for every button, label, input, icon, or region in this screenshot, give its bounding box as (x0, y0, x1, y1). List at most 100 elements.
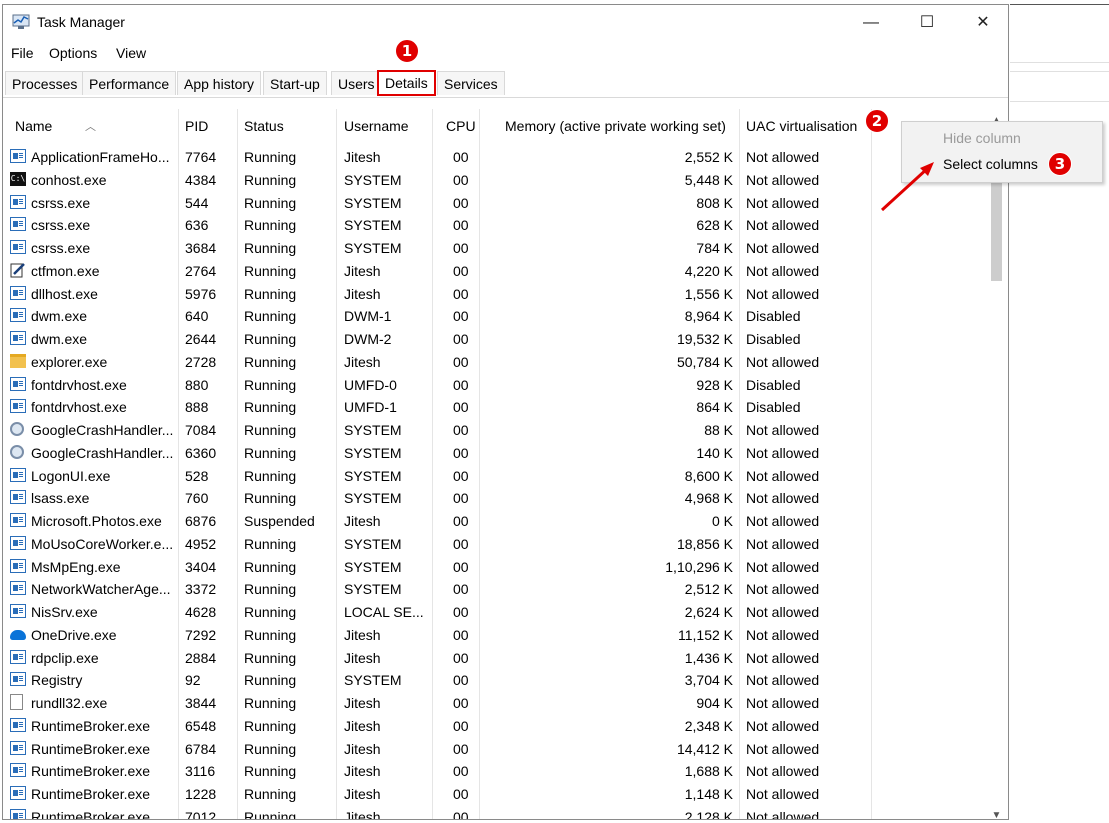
cell-uac: Not allowed (746, 194, 820, 211)
cell-uac: Not allowed (746, 513, 820, 529)
column-header-cpu[interactable]: CPU (446, 118, 476, 134)
table-row[interactable]: RuntimeBroker.exe 3116 Running Jitesh 00 1,68… (3, 760, 993, 783)
table-row[interactable]: ctfmon.exe 2764 Running Jitesh 00 4,220 K Not … (3, 260, 993, 283)
table-row[interactable]: RuntimeBroker.exe 6548 Running Jitesh 00 2,34… (3, 715, 993, 738)
cell-status: Running (244, 649, 297, 666)
cell-pid: 3116 (185, 763, 216, 780)
scroll-down-arrow-icon[interactable]: ▼ (988, 810, 1005, 819)
table-row[interactable]: rundll32.exe 3844 Running Jitesh 00 904 K Not … (3, 692, 993, 715)
cell-pid: 528 (185, 467, 209, 484)
tab-app-history[interactable]: App history (177, 71, 262, 95)
column-header-status[interactable]: Status (244, 118, 284, 134)
tab-users[interactable]: Users (331, 71, 382, 95)
process-exe-icon (10, 240, 26, 254)
cell-name: ctfmon.exe (31, 262, 100, 279)
table-row[interactable]: lsass.exe 760 Running SYSTEM 00 4,968 K Not al… (3, 487, 993, 510)
cell-cpu: 00 (453, 376, 469, 393)
maximize-button[interactable]: ☐ (904, 9, 950, 37)
menu-item-select-columns[interactable]: Select columns (943, 156, 1038, 172)
close-button[interactable]: ✕ (960, 9, 1006, 37)
menu-view[interactable]: View (116, 45, 146, 61)
table-row[interactable]: GoogleCrashHandler... 7084 Running SYSTEM 00… (3, 419, 993, 442)
table-row[interactable]: NisSrv.exe 4628 Running LOCAL SE... 00 2,624 … (3, 601, 993, 624)
table-row[interactable]: MoUsoCoreWorker.e... 4952 Running SYSTEM 00 1… (3, 533, 993, 556)
column-header-name[interactable]: Name (15, 118, 52, 134)
cell-mem: 904 K (696, 695, 733, 711)
title-bar[interactable]: Task Manager — ☐ ✕ (3, 5, 1008, 41)
table-row[interactable]: GoogleCrashHandler... 6360 Running SYSTEM 00… (3, 442, 993, 465)
table-row[interactable]: RuntimeBroker.exe 1228 Running Jitesh 00 1,14… (3, 783, 993, 806)
cell-user: Jitesh (344, 740, 381, 757)
table-row[interactable]: OneDrive.exe 7292 Running Jitesh 00 11,152 K N… (3, 624, 993, 647)
table-row[interactable]: MsMpEng.exe 3404 Running SYSTEM 00 1,10,296 K… (3, 556, 993, 579)
tab-performance[interactable]: Performance (82, 71, 177, 95)
cell-mem: 5,448 K (684, 171, 733, 188)
cell-cpu: 00 (453, 444, 469, 461)
cell-status: Running (244, 808, 297, 820)
cell-pid: 4628 (185, 604, 217, 620)
cell-pid: 6360 (185, 444, 217, 461)
cell-status: Running (244, 786, 297, 802)
tab-processes[interactable]: Processes (5, 71, 85, 95)
table-row[interactable]: dllhost.exe 5976 Running Jitesh 00 1,556 K Not… (3, 283, 993, 306)
cell-status: Running (244, 353, 297, 370)
cell-status: Running (244, 604, 297, 620)
process-page-icon (10, 694, 23, 710)
tab-start-up[interactable]: Start-up (263, 71, 327, 95)
minimize-button[interactable]: — (848, 9, 894, 37)
table-row[interactable]: RuntimeBroker.exe 6784 Running Jitesh 00 14,4… (3, 738, 993, 761)
annotation-badge-3: 3 (1048, 152, 1072, 176)
cell-status: Suspended (244, 513, 315, 529)
cell-status: Running (244, 331, 297, 347)
table-row[interactable]: csrss.exe 3684 Running SYSTEM 00 784 K Not all… (3, 237, 993, 260)
table-row[interactable]: ApplicationFrameHo... 7764 Running Jitesh 00… (3, 146, 993, 169)
table-row[interactable]: Microsoft.Photos.exe 6876 Suspended Jitesh 0… (3, 510, 993, 533)
cell-user: SYSTEM (344, 171, 402, 188)
cell-status: Running (244, 695, 297, 711)
table-row[interactable]: rdpclip.exe 2884 Running Jitesh 00 1,436 K Not… (3, 647, 993, 670)
column-header-pid[interactable]: PID (185, 118, 208, 134)
cell-name: csrss.exe (31, 217, 91, 234)
table-row[interactable]: fontdrvhost.exe 880 Running UMFD-0 00 928 K Di… (3, 374, 993, 397)
cell-status: Running (244, 740, 297, 757)
cell-cpu: 00 (453, 422, 469, 438)
process-gear-icon (10, 444, 24, 459)
process-gear-icon (10, 422, 24, 436)
table-row[interactable]: csrss.exe 544 Running SYSTEM 00 808 K Not allo… (3, 192, 993, 215)
cell-pid: 5976 (185, 285, 217, 302)
cell-pid: 2728 (185, 353, 217, 370)
cell-pid: 3684 (185, 240, 217, 256)
table-row[interactable]: LogonUI.exe 528 Running SYSTEM 00 8,600 K Not … (3, 465, 993, 488)
cell-user: Jitesh (344, 649, 381, 666)
cell-cpu: 00 (453, 808, 469, 820)
cell-status: Running (244, 626, 297, 643)
table-row[interactable]: dwm.exe 640 Running DWM-1 00 8,964 K Disabled (3, 305, 993, 328)
menu-options[interactable]: Options (49, 45, 97, 61)
table-row[interactable]: csrss.exe 636 Running SYSTEM 00 628 K Not allo… (3, 214, 993, 237)
table-row[interactable]: dwm.exe 2644 Running DWM-2 00 19,532 K Disable… (3, 328, 993, 351)
tab-services[interactable]: Services (437, 71, 505, 95)
menu-file[interactable]: File (11, 45, 34, 61)
cell-mem: 864 K (696, 399, 733, 416)
table-row[interactable]: fontdrvhost.exe 888 Running UMFD-1 00 864 K Di… (3, 396, 993, 419)
table-row[interactable]: explorer.exe 2728 Running Jitesh 00 50,784 K N… (3, 351, 993, 374)
background-divider (1010, 71, 1109, 72)
vertical-scrollbar[interactable]: ▲ ▼ (988, 113, 1005, 819)
column-header-username[interactable]: Username (344, 118, 409, 134)
cell-status: Running (244, 422, 297, 438)
cell-uac: Not allowed (746, 808, 820, 820)
cell-name: GoogleCrashHandler... (31, 444, 174, 461)
cell-pid: 880 (185, 376, 209, 393)
process-exe-icon (10, 558, 26, 573)
menu-item-hide-column[interactable]: Hide column (943, 130, 1021, 146)
table-row[interactable]: NetworkWatcherAge... 3372 Running SYSTEM 00 2… (3, 578, 993, 601)
table-row[interactable]: RuntimeBroker.exe 7012 Running Jitesh 00 2,12… (3, 806, 993, 820)
table-row[interactable]: Registry 92 Running SYSTEM 00 3,704 K Not allo… (3, 669, 993, 692)
tab-details[interactable]: Details (377, 70, 436, 96)
column-header-uac-virtualisation[interactable]: UAC virtualisation (746, 118, 857, 134)
column-header-memory[interactable]: Memory (active private working set) (505, 118, 726, 134)
cell-name: lsass.exe (31, 490, 90, 507)
cell-mem: 1,556 K (684, 285, 733, 302)
cell-name: NetworkWatcherAge... (31, 581, 171, 598)
table-row[interactable]: C:\ conhost.exe 4384 Running SYSTEM 00 5,448 K… (3, 169, 993, 192)
